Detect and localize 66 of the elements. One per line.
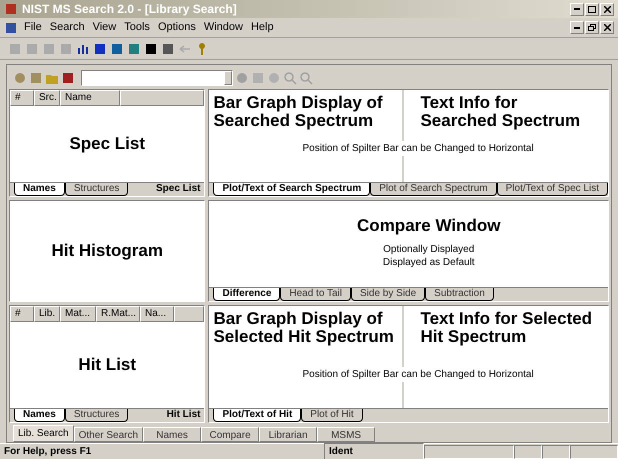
menu-item[interactable]: Options xyxy=(156,19,198,36)
menu-item[interactable]: Help xyxy=(248,19,276,36)
panel-tab[interactable]: Subtraction xyxy=(425,288,494,301)
view-tab[interactable]: MSMS xyxy=(317,427,376,442)
restore-icon xyxy=(588,24,596,31)
note-text: Position of Spilter Bar can be Changed to Horizontal xyxy=(302,141,534,156)
panel-label: Spec List xyxy=(69,135,146,153)
panel-tab[interactable]: Head to Tail xyxy=(280,288,352,301)
minimize-icon xyxy=(574,26,580,28)
maximize-icon xyxy=(588,6,596,12)
close-icon xyxy=(604,6,610,12)
menu-item[interactable]: Window xyxy=(202,19,245,36)
note-text: Position of Spilter Bar can be Changed to Horizontal xyxy=(302,367,534,382)
minimize-button[interactable] xyxy=(570,21,584,34)
zoom-out-icon[interactable] xyxy=(299,71,313,85)
menu-item[interactable]: File xyxy=(22,19,44,36)
panel-label: Bar Graph Display of Selected Hit Spectrum xyxy=(213,310,395,346)
panel-tab[interactable]: Difference xyxy=(213,288,280,301)
panel-tab[interactable]: Names xyxy=(14,409,65,422)
minimize-button[interactable] xyxy=(570,2,584,16)
status-mode: Ident xyxy=(324,443,424,459)
close-button[interactable] xyxy=(600,2,614,16)
column-header[interactable]: Src. xyxy=(34,90,60,106)
compare-note: Optionally Displayed xyxy=(383,242,474,256)
close-icon xyxy=(604,24,610,31)
menu-item[interactable]: Tools xyxy=(122,19,152,36)
view-tab[interactable]: Compare xyxy=(201,427,260,442)
zoom-in-icon[interactable] xyxy=(283,71,297,85)
search-combo[interactable] xyxy=(81,70,233,86)
close-button[interactable] xyxy=(600,21,614,34)
view-tab[interactable]: Names xyxy=(143,427,202,442)
minimize-icon xyxy=(574,8,580,10)
status-text: For Help, press F1 xyxy=(3,445,92,459)
view-tab[interactable]: Librarian xyxy=(259,427,318,442)
column-header[interactable]: # xyxy=(10,306,34,322)
panel-tab[interactable]: Plot/Text of Hit xyxy=(213,409,302,422)
panel-tab[interactable]: Structures xyxy=(64,409,128,422)
panel-tab[interactable]: Plot/Text of Search Spectrum xyxy=(213,183,370,196)
menu-item[interactable]: Search xyxy=(48,19,87,36)
compare-title: Compare Window xyxy=(357,215,500,237)
panel-label: Text Info for Selected Hit Spectrum xyxy=(420,310,594,346)
panel-tab[interactable]: Plot/Text of Spec List xyxy=(496,183,608,196)
panel-tab[interactable]: Plot of Hit xyxy=(301,409,363,422)
menu-item[interactable]: View xyxy=(90,19,118,36)
view-tab[interactable]: Other Search xyxy=(74,427,144,442)
panel-tab[interactable]: Names xyxy=(14,183,65,196)
panel-caption: Spec List xyxy=(156,183,200,195)
column-header[interactable]: Na... xyxy=(140,306,174,322)
compare-note: Displayed as Default xyxy=(382,256,475,268)
panel-caption: Hit List xyxy=(166,409,200,421)
panel-tab[interactable]: Side by Side xyxy=(351,288,426,301)
column-header[interactable]: R.Mat... xyxy=(96,306,140,322)
restore-button[interactable] xyxy=(585,21,599,34)
panel-label: Hit Histogram xyxy=(52,242,163,260)
panel-label: Hit List xyxy=(78,356,136,374)
column-header[interactable]: # xyxy=(10,90,34,106)
panel-label: Text Info for Searched Spectrum xyxy=(420,94,582,130)
panel-label: Bar Graph Display of Searched Spectrum xyxy=(213,94,384,130)
view-tab[interactable]: Lib. Search xyxy=(13,425,74,442)
column-header[interactable]: Name xyxy=(60,90,120,106)
panel-tab[interactable]: Plot of Search Spectrum xyxy=(370,183,497,196)
column-header[interactable]: Lib. xyxy=(34,306,60,322)
window-title: NIST MS Search 2.0 - [Library Search] xyxy=(22,1,237,18)
maximize-button[interactable] xyxy=(585,2,599,16)
panel-tab[interactable]: Structures xyxy=(64,183,128,196)
column-header[interactable]: Mat... xyxy=(60,306,96,322)
